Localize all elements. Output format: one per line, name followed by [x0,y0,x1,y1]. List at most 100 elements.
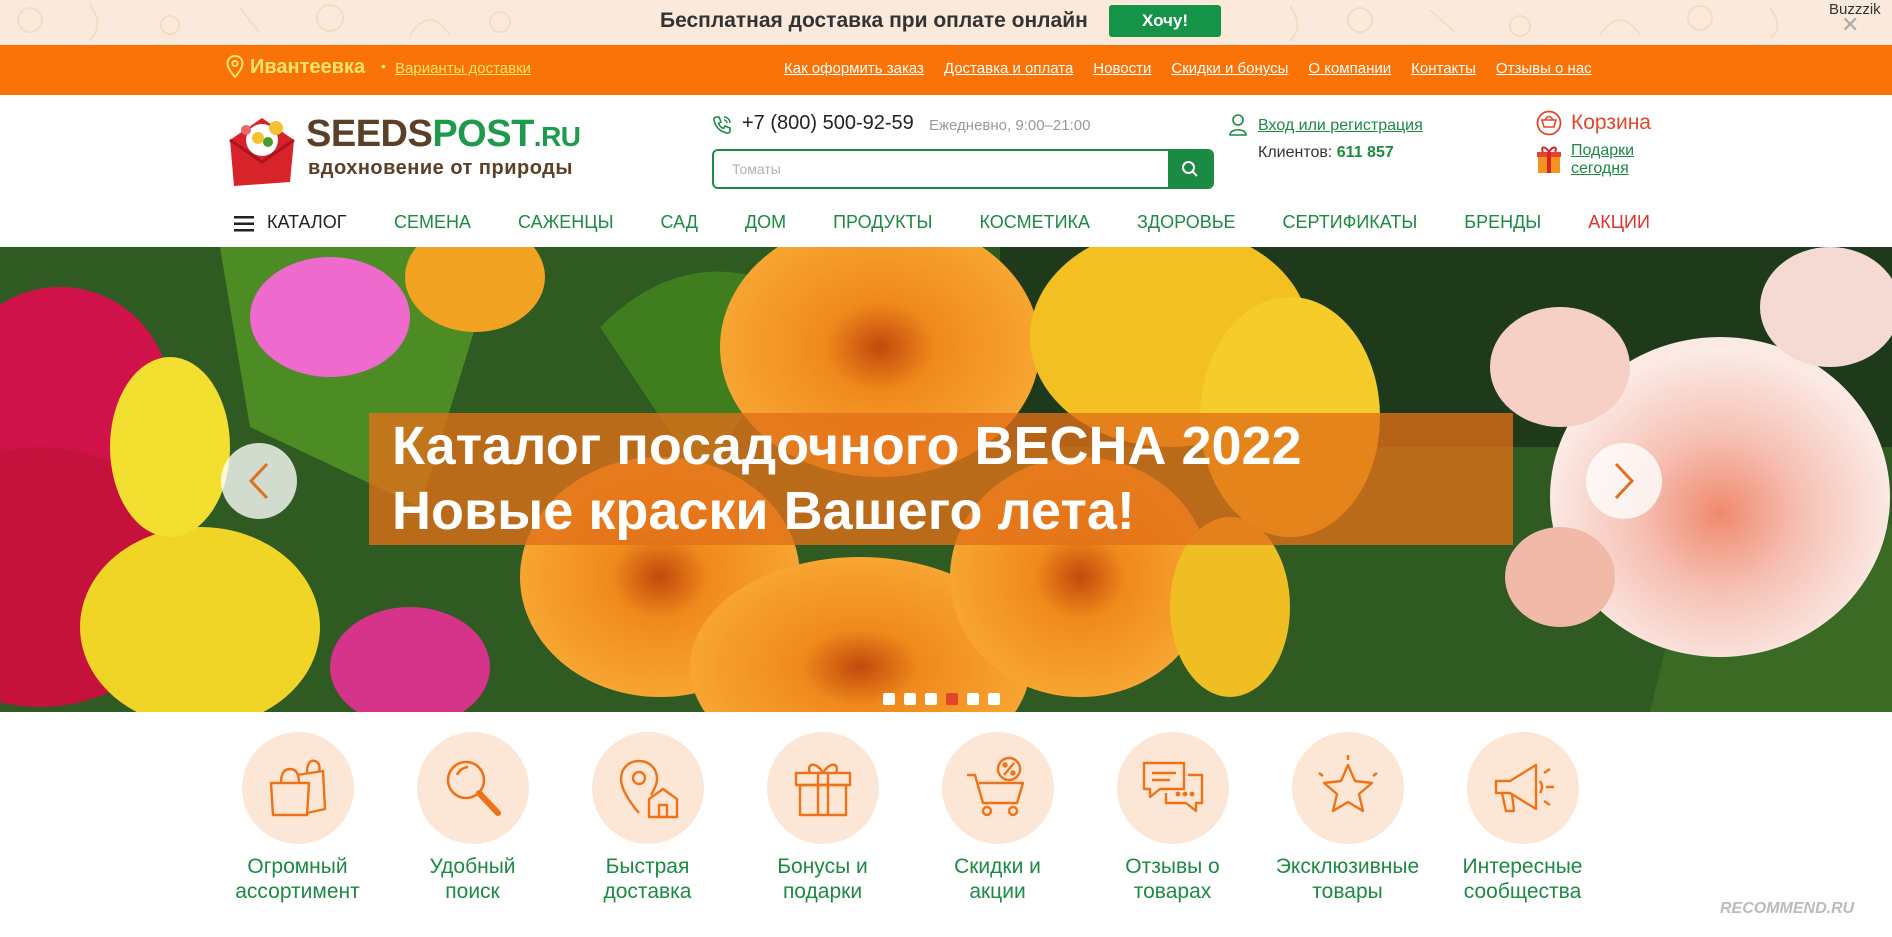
promo-want-button[interactable]: Хочу! [1109,5,1221,37]
search-button[interactable] [1168,151,1212,187]
top-bar: Ивантеевка • Варианты доставки Как оформ… [0,45,1892,95]
clients-count: 611 857 [1336,144,1394,161]
feature-label-line2: доставка [603,880,692,903]
feature-label-line2: поиск [445,880,500,903]
feature-label-line1: Огромный [247,855,348,878]
feature-icon-circle [416,732,529,844]
feature-label-line1: Быстрая [605,855,690,878]
hero-title-line2: Новые краски Вашего лета! [392,481,1135,541]
feature-communities[interactable]: Интересные сообщества [1435,732,1610,904]
feature-label: Бонусы и подарки [735,854,910,904]
feature-label-line1: Интересные [1462,855,1583,878]
top-nav-delivery-payment[interactable]: Доставка и оплата [944,60,1073,77]
location-pin-icon [226,55,244,79]
clients-counter: Клиентов: 611 857 [1258,144,1394,162]
cart-link[interactable]: Корзина [1571,111,1651,135]
feature-label-line1: Удобный [429,855,516,878]
hero-pagination [883,693,1000,705]
category-garden[interactable]: САД [661,212,698,233]
catalog-menu-button[interactable]: КАТАЛОГ [267,212,346,233]
feature-label-line2: подарки [782,880,863,903]
top-nav-news[interactable]: Новости [1093,60,1151,77]
feature-label: Отзывы о товарах [1085,854,1260,904]
feature-label: Быстрая доставка [560,854,735,904]
phone-number[interactable]: +7 (800) 500-92-59 [742,112,914,135]
category-home[interactable]: ДОМ [745,212,786,233]
delivery-options-link[interactable]: Варианты доставки [395,60,531,77]
slide-dot[interactable] [967,693,979,705]
feature-icon-circle [941,732,1054,844]
gifts-line2: сегодня [1571,160,1629,177]
clients-label: Клиентов: [1258,144,1333,161]
feature-assortment[interactable]: Огромный ассортимент [210,732,385,904]
feature-icon-circle [1466,732,1579,844]
slide-dot[interactable] [904,693,916,705]
top-nav-discounts[interactable]: Скидки и бонусы [1171,60,1288,77]
feature-discounts[interactable]: Скидки и акции [910,732,1085,904]
top-nav-about[interactable]: О компании [1308,60,1391,77]
promo-text: Бесплатная доставка при оплате онлайн [660,9,1088,32]
feature-label-line1: Эксклюзивные [1275,855,1420,878]
slide-dot[interactable] [946,693,958,705]
feature-label-line2: сообщества [1463,880,1582,903]
category-seedlings[interactable]: САЖЕНЦЫ [518,212,613,233]
city-selector[interactable]: Ивантеевка [250,56,365,79]
feature-exclusive[interactable]: Эксклюзивные товары [1260,732,1435,904]
hamburger-menu-icon[interactable] [234,215,254,233]
category-brands[interactable]: БРЕНДЫ [1464,212,1541,233]
location-house-icon [619,759,678,819]
slide-dot[interactable] [988,693,1000,705]
search-box [712,149,1214,189]
slide-dot[interactable] [883,693,895,705]
feature-icon-circle [591,732,704,844]
top-nav-contacts[interactable]: Контакты [1411,60,1476,77]
category-products[interactable]: ПРОДУКТЫ [833,212,932,233]
feature-reviews[interactable]: Отзывы о товарах [1085,732,1260,904]
logo-slogan: вдохновение от природы [308,157,573,179]
top-nav-reviews[interactable]: Отзывы о нас [1496,60,1592,77]
feature-label-line1: Скидки и [954,855,1041,878]
feature-icon-circle [241,732,354,844]
gifts-line1: Подарки [1571,142,1635,159]
category-list: СЕМЕНА САЖЕНЦЫ САД ДОМ ПРОДУКТЫ КОСМЕТИК… [394,212,1697,233]
feature-label-line2: товары [1312,880,1383,903]
feature-label: Интересные сообщества [1435,854,1610,904]
close-icon[interactable]: ✕ [1841,14,1859,36]
feature-search[interactable]: Удобный поиск [385,732,560,904]
category-cosmetics[interactable]: КОСМЕТИКА [980,212,1091,233]
search-input[interactable] [714,151,1169,187]
feature-label-line2: акции [969,880,1026,903]
feature-label: Удобный поиск [385,854,560,904]
cart-icon[interactable] [1536,110,1562,136]
gifts-today-link[interactable]: Подарки сегодня [1571,142,1634,178]
category-health[interactable]: ЗДОРОВЬЕ [1137,212,1236,233]
feature-label: Эксклюзивные товары [1260,854,1435,904]
logo-envelope-icon[interactable] [224,110,300,190]
hero-next-button[interactable] [1586,443,1662,519]
login-link[interactable]: Вход или регистрация [1258,117,1423,135]
magnifier-icon [446,760,501,816]
top-nav-how-to-order[interactable]: Как оформить заказ [784,60,924,77]
category-sales[interactable]: АКЦИИ [1588,212,1650,233]
feature-label-line1: Бонусы и [777,855,868,878]
category-certificates[interactable]: СЕРТИФИКАТЫ [1283,212,1418,233]
feature-label: Огромный ассортимент [210,854,385,904]
user-icon [1229,114,1247,136]
feature-delivery[interactable]: Быстрая доставка [560,732,735,904]
category-seeds[interactable]: СЕМЕНА [394,212,471,233]
logo-accent: POST [432,113,534,155]
feature-icon-circle [1116,732,1229,844]
phone-icon [713,116,731,134]
feature-icon-circle [1291,732,1404,844]
logo-main: SEEDS [306,113,433,155]
feature-label-line1: Отзывы о [1125,855,1220,878]
feature-bonuses[interactable]: Бонусы и подарки [735,732,910,904]
feature-label-line2: ассортимент [235,880,360,903]
hero-prev-button[interactable] [221,443,297,519]
discount-cart-icon [966,756,1024,817]
logo-tld: .RU [533,121,581,152]
logo-title[interactable]: SEEDSPOST.RU [306,115,581,153]
slide-dot[interactable] [925,693,937,705]
working-hours: Ежедневно, 9:00–21:00 [929,117,1091,134]
hero-title-line1: Каталог посадочного ВЕСНА 2022 [392,416,1302,476]
